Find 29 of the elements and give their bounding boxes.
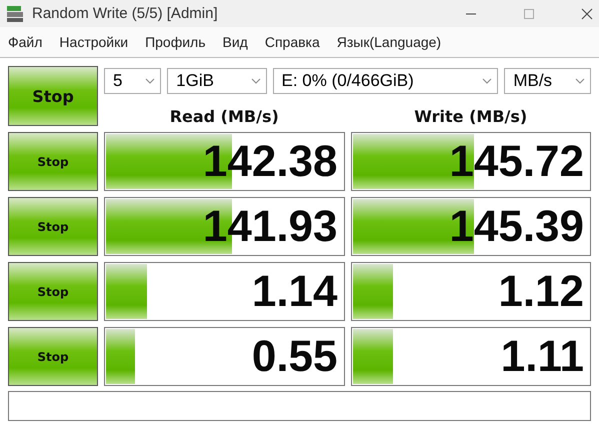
dropdown[interactable]: 5 <box>104 68 162 94</box>
stop-button[interactable]: Stop <box>8 197 98 256</box>
column-header: Write (MB/s) <box>413 107 528 126</box>
result-value: 1.12 <box>498 266 584 316</box>
window-title: Random Write (5/5) [Admin] <box>32 5 218 22</box>
dropdown[interactable]: 1GiB <box>167 68 266 94</box>
result-value: 1.11 <box>500 332 584 382</box>
menu-item[interactable]: Профиль <box>145 34 206 50</box>
result-value: 1.14 <box>252 266 338 316</box>
comment-field[interactable] <box>8 391 591 421</box>
chevron-icon <box>575 78 586 84</box>
dropdown[interactable]: E: 0% (0/466GiB) <box>272 68 498 94</box>
dropdown[interactable]: MB/s <box>504 68 592 94</box>
stop-button[interactable]: Stop <box>8 262 98 321</box>
close-icon[interactable] <box>581 8 593 20</box>
result-value: 0.55 <box>252 332 338 382</box>
column-header: Read (MB/s) <box>168 107 280 126</box>
stop-button[interactable]: Stop <box>8 66 98 126</box>
stop-button[interactable]: Stop <box>8 132 98 191</box>
menu-item[interactable]: Настройки <box>59 34 128 50</box>
menu-item[interactable]: Справка <box>264 34 320 50</box>
chevron-icon <box>250 78 260 84</box>
chevron-icon <box>482 78 492 84</box>
menu-item[interactable]: Вид <box>222 34 248 50</box>
menu-item[interactable]: Файл <box>8 34 42 50</box>
stop-button[interactable]: Stop <box>8 327 98 386</box>
app-icon <box>6 4 24 22</box>
chevron-icon <box>145 78 156 84</box>
menu-item[interactable]: Язык(Language) <box>336 34 442 50</box>
